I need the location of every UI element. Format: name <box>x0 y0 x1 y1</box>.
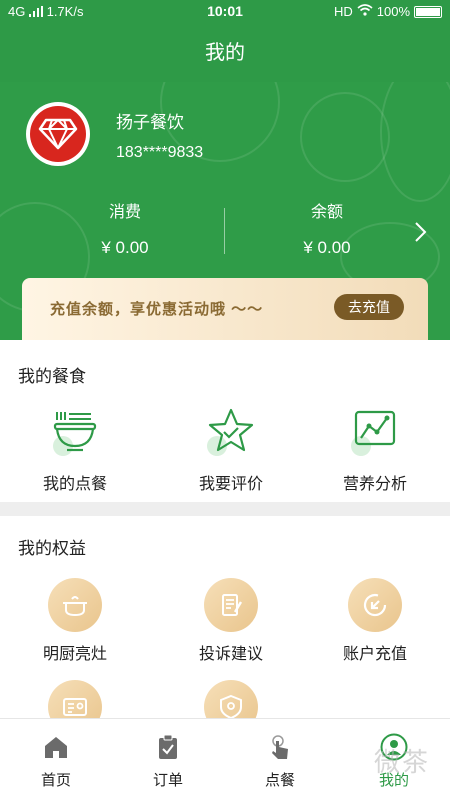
home-icon <box>42 733 70 761</box>
edit-document-icon <box>204 578 258 632</box>
meals-section: 我的餐食 我的点餐 我要评价 营养分析 <box>0 340 450 502</box>
tab-label: 首页 <box>40 772 71 789</box>
item-label: 我要评价 <box>198 476 263 493</box>
decorative-pattern <box>300 92 390 182</box>
tap-icon <box>266 733 294 761</box>
status-right: HD 100% <box>334 4 442 19</box>
item-label: 营养分析 <box>342 476 407 493</box>
shield-icon <box>204 680 258 718</box>
tab-order-food[interactable]: 点餐 <box>224 733 336 790</box>
balance-value: ¥ 0.00 <box>303 238 351 257</box>
diamond-icon <box>30 106 86 162</box>
balance-stat[interactable]: 余额 ¥ 0.00 <box>222 198 432 258</box>
chevron-right-icon[interactable] <box>410 220 430 244</box>
spent-label: 消费 <box>108 204 141 221</box>
safety-item[interactable] <box>156 680 306 718</box>
recharge-icon <box>348 578 402 632</box>
section-title: 我的餐食 <box>18 367 86 386</box>
user-name: 扬子餐饮 <box>116 113 184 132</box>
review-item[interactable]: 我要评价 <box>156 406 306 494</box>
bowl-icon <box>47 406 103 462</box>
recharge-promo-banner[interactable]: 充值余额，享优惠活动哦 ～～ 去充值 <box>22 278 428 340</box>
clipboard-icon <box>154 733 182 761</box>
battery-percent: 100% <box>376 4 410 19</box>
tab-label: 订单 <box>152 772 183 789</box>
my-orders-item[interactable]: 我的点餐 <box>0 406 150 494</box>
watermark: 微茶 <box>373 747 430 777</box>
complaint-item[interactable]: 投诉建议 <box>156 578 306 664</box>
tab-label: 点餐 <box>264 772 295 789</box>
item-label: 投诉建议 <box>198 646 263 663</box>
cooking-pot-icon <box>48 578 102 632</box>
balance-label: 余额 <box>310 204 343 221</box>
nutrition-analysis-item[interactable]: 营养分析 <box>300 406 450 494</box>
avatar[interactable] <box>26 102 90 166</box>
promo-text: 充值余额，享优惠活动哦 ～～ <box>50 301 264 318</box>
spent-stat[interactable]: 消费 ¥ 0.00 <box>20 198 230 258</box>
tab-home[interactable]: 首页 <box>0 733 112 790</box>
section-divider <box>0 502 450 516</box>
id-card-icon <box>48 680 102 718</box>
item-label: 我的点餐 <box>42 476 107 493</box>
certificate-item[interactable] <box>0 680 150 718</box>
item-label: 账户充值 <box>342 646 407 663</box>
recharge-button[interactable]: 去充值 <box>334 294 404 320</box>
item-label: 明厨亮灶 <box>42 646 107 663</box>
chart-icon <box>347 406 403 462</box>
profile-header: 扬子餐饮 183****9833 消费 ¥ 0.00 余额 ¥ 0.00 充值余… <box>0 82 450 340</box>
section-title: 我的权益 <box>18 539 86 558</box>
tab-orders[interactable]: 订单 <box>112 733 224 790</box>
account-recharge-item[interactable]: 账户充值 <box>300 578 450 664</box>
rights-section: 我的权益 明厨亮灶 投诉建议 账户充值 <box>0 516 450 718</box>
star-icon <box>203 406 259 462</box>
hd-indicator: HD <box>333 4 353 19</box>
decorative-pattern <box>380 82 450 202</box>
wifi-icon <box>357 4 373 19</box>
spent-value: ¥ 0.00 <box>101 238 149 257</box>
battery-icon <box>414 5 442 18</box>
status-bar: 4G 1.7K/s 10:01 HD 100% <box>0 0 450 24</box>
page-title: 我的 <box>0 24 450 82</box>
open-kitchen-item[interactable]: 明厨亮灶 <box>0 578 150 664</box>
user-phone: 183****9833 <box>116 144 204 161</box>
